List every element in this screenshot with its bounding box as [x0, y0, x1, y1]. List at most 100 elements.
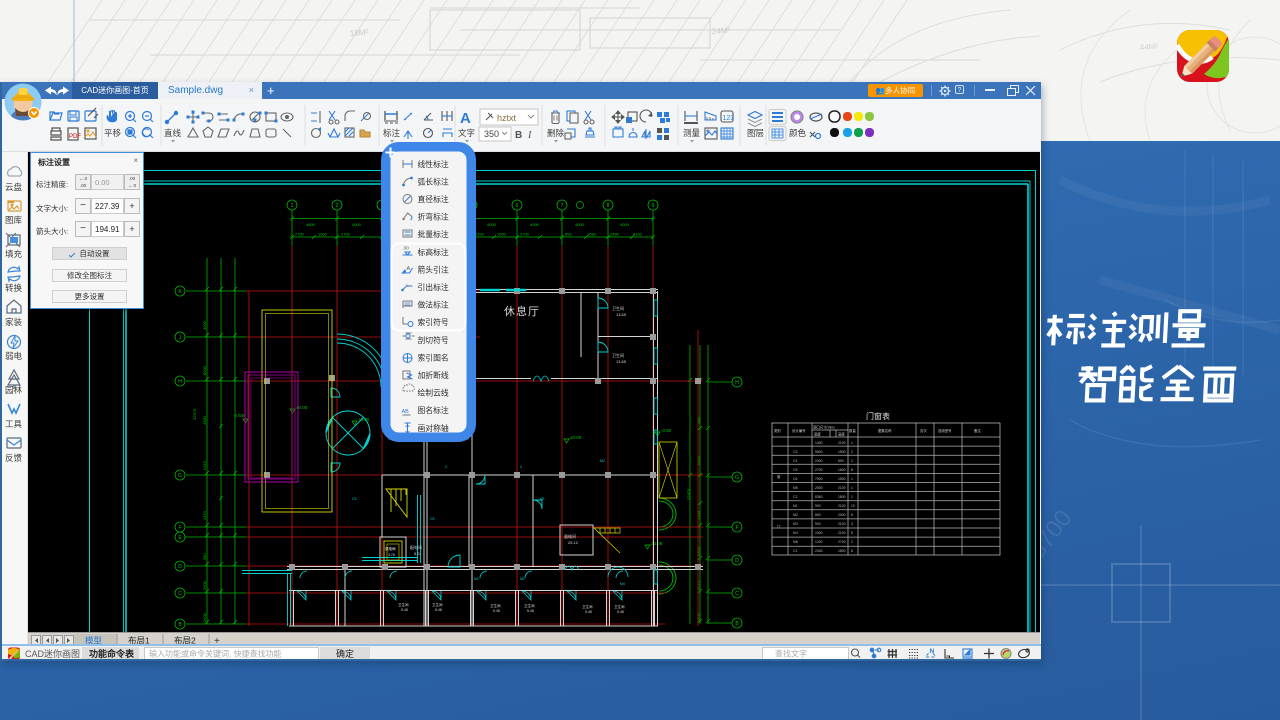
- svg-text:宽度: 宽度: [814, 432, 821, 437]
- svg-text:B: B: [515, 130, 522, 141]
- svg-text:2700: 2700: [520, 232, 530, 237]
- svg-text:4000: 4000: [202, 320, 207, 330]
- svg-text:标高标注: 标高标注: [418, 247, 449, 257]
- svg-text:批量标注: 批量标注: [418, 229, 449, 239]
- svg-text:C3: C3: [793, 450, 797, 454]
- svg-text:5: 5: [851, 531, 853, 535]
- svg-text:类别: 类别: [774, 428, 781, 433]
- svg-text:B: B: [735, 621, 739, 627]
- svg-text:2100: 2100: [838, 486, 846, 490]
- svg-text:C5: C5: [793, 468, 797, 472]
- svg-text:备注: 备注: [974, 428, 981, 433]
- svg-text:8: 8: [851, 468, 853, 472]
- svg-text:页次: 页次: [920, 428, 927, 433]
- svg-text:G: G: [735, 475, 739, 481]
- svg-text:123: 123: [723, 115, 735, 122]
- svg-text:2470: 2470: [202, 510, 207, 520]
- svg-text:绘制云线: 绘制云线: [418, 388, 449, 398]
- svg-text:C2: C2: [793, 495, 797, 499]
- svg-text:CAD迷你画图: CAD迷你画图: [25, 648, 80, 659]
- svg-text:2: 2: [336, 203, 339, 209]
- svg-text:1800: 1800: [838, 549, 846, 553]
- svg-text:高度: 高度: [838, 432, 845, 437]
- svg-text:350: 350: [484, 129, 499, 139]
- svg-text:A: A: [460, 110, 471, 127]
- svg-text:2100: 2100: [838, 441, 846, 445]
- svg-text:M6: M6: [793, 540, 798, 544]
- svg-text:直径标注: 直径标注: [418, 194, 449, 204]
- svg-text:4000: 4000: [487, 222, 497, 227]
- svg-text:F: F: [735, 525, 738, 531]
- svg-text:2480: 2480: [610, 232, 620, 237]
- svg-text:3170: 3170: [696, 580, 701, 590]
- svg-text:6: 6: [516, 203, 519, 209]
- svg-text:云盘: 云盘: [5, 182, 23, 192]
- svg-text:900: 900: [815, 522, 821, 526]
- svg-text:卫生间: 卫生间: [582, 604, 593, 609]
- svg-text:1500: 1500: [696, 510, 701, 520]
- svg-text:8360: 8360: [815, 495, 823, 499]
- svg-text:J: J: [179, 335, 182, 341]
- svg-text:K: K: [178, 289, 182, 295]
- svg-text:图集名称: 图集名称: [878, 428, 892, 433]
- svg-text:9600: 9600: [815, 450, 823, 454]
- svg-text:1500: 1500: [497, 232, 507, 237]
- svg-text:加折断线: 加折断线: [418, 370, 449, 380]
- svg-text:C3: C3: [352, 497, 357, 501]
- svg-text:卫生间: 卫生间: [614, 604, 625, 609]
- svg-text:1: 1: [851, 477, 853, 481]
- svg-text:1500: 1500: [838, 477, 846, 481]
- svg-text:600: 600: [838, 459, 844, 463]
- svg-text:G: G: [178, 473, 182, 479]
- svg-text:4000: 4000: [575, 222, 585, 227]
- svg-text:32970: 32970: [686, 488, 691, 500]
- svg-text:设计编号: 设计编号: [792, 428, 806, 433]
- svg-text:2700: 2700: [295, 232, 305, 237]
- svg-text:5.3: 5.3: [414, 551, 420, 556]
- svg-text:13.65: 13.65: [616, 312, 627, 317]
- svg-text:B: B: [178, 622, 182, 628]
- svg-text:2700: 2700: [341, 232, 351, 237]
- svg-text:C1: C1: [793, 549, 797, 553]
- svg-text:删除: 删除: [547, 128, 565, 138]
- svg-text:园林: 园林: [5, 385, 23, 395]
- svg-text:2440: 2440: [815, 549, 823, 553]
- svg-text:3: 3: [851, 522, 853, 526]
- svg-text:M1: M1: [540, 497, 545, 501]
- svg-text:7500: 7500: [815, 477, 823, 481]
- svg-text:转换: 转换: [5, 283, 23, 293]
- svg-text:器械间: 器械间: [564, 533, 576, 539]
- svg-text:测量: 测量: [683, 128, 701, 138]
- svg-text:A: A: [407, 266, 411, 272]
- svg-text:4000: 4000: [530, 222, 540, 227]
- svg-text:5.48: 5.48: [585, 610, 592, 614]
- svg-text:M2: M2: [793, 513, 798, 517]
- svg-text:2: 2: [851, 450, 853, 454]
- svg-text:做法标注: 做法标注: [418, 300, 449, 310]
- svg-text:8: 8: [851, 513, 853, 517]
- svg-text:C: C: [735, 591, 739, 597]
- svg-text:线性标注: 线性标注: [418, 159, 449, 169]
- svg-text:8: 8: [851, 549, 853, 553]
- svg-text:25.12: 25.12: [568, 540, 579, 545]
- svg-text:13.65: 13.65: [616, 359, 627, 364]
- svg-text:填充: 填充: [5, 249, 23, 259]
- svg-text:○: ○: [406, 283, 409, 289]
- svg-text:卫生间: 卫生间: [398, 602, 409, 607]
- svg-text:M4: M4: [793, 531, 798, 535]
- svg-text:图库: 图库: [5, 215, 23, 225]
- svg-text:工具: 工具: [5, 419, 23, 429]
- svg-text:M3: M3: [793, 522, 798, 526]
- svg-text:1487: 1487: [696, 415, 701, 425]
- svg-text:折弯标注: 折弯标注: [418, 212, 449, 222]
- svg-text:索引符号: 索引符号: [418, 317, 449, 327]
- svg-text:弱电: 弱电: [5, 351, 23, 361]
- svg-text:2: 2: [851, 459, 853, 463]
- svg-text:4000: 4000: [352, 222, 362, 227]
- svg-text:5.48: 5.48: [435, 608, 442, 612]
- svg-text:4000: 4000: [620, 222, 630, 227]
- svg-text:6000: 6000: [696, 455, 701, 465]
- svg-text:数量: 数量: [849, 428, 856, 433]
- svg-text:C5: C5: [430, 517, 435, 521]
- svg-text:hztxt: hztxt: [497, 113, 517, 123]
